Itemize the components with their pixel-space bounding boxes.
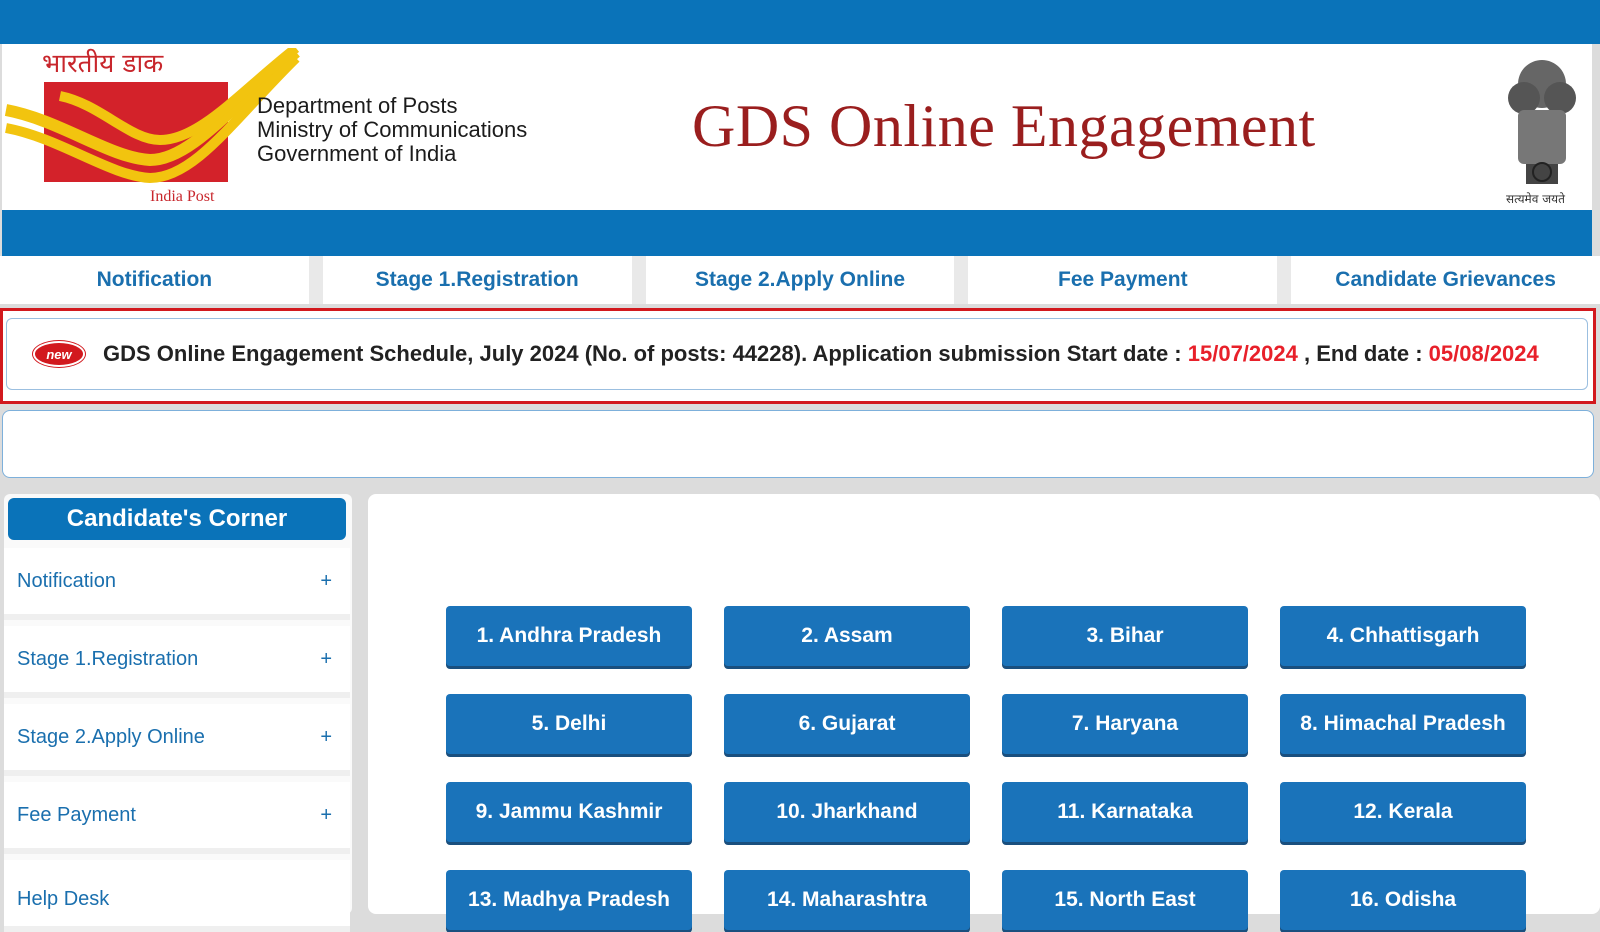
state-button-grid: 1. Andhra Pradesh 2. Assam 3. Bihar 4. C… [446,606,1526,930]
state-button-haryana[interactable]: 7. Haryana [1002,694,1248,754]
department-line-3: Government of India [257,141,457,166]
notice-middle-text: , End date : [1297,341,1429,366]
national-emblem-icon [1508,60,1576,184]
state-button-andhra-pradesh[interactable]: 1. Andhra Pradesh [446,606,692,666]
state-button-kerala[interactable]: 12. Kerala [1280,782,1526,842]
nav-notification[interactable]: Notification [0,256,309,304]
sidebar-item-stage1-registration[interactable]: Stage 1.Registration + [4,626,350,698]
state-button-chhattisgarh[interactable]: 4. Chhattisgarh [1280,606,1526,666]
sidebar-item-label: Notification [17,569,116,592]
department-line-1: Department of Posts [257,93,458,118]
header-blue-bar [2,210,1592,256]
notice-banner[interactable]: new GDS Online Engagement Schedule, July… [6,318,1588,390]
sidebar-item-label: Stage 1.Registration [17,647,199,670]
state-button-assam[interactable]: 2. Assam [724,606,970,666]
state-button-bihar[interactable]: 3. Bihar [1002,606,1248,666]
nav-stage1-registration[interactable]: Stage 1.Registration [322,256,632,304]
notice-start-date: 15/07/2024 [1187,341,1298,366]
main-nav: Notification Stage 1.Registration Stage … [0,256,1600,304]
state-button-north-east[interactable]: 15. North East [1002,870,1248,930]
state-button-madhya-pradesh[interactable]: 13. Madhya Pradesh [446,870,692,930]
state-button-gujarat[interactable]: 6. Gujarat [724,694,970,754]
logo-caption: India Post [150,188,215,205]
notice-main-text: GDS Online Engagement Schedule, July 202… [103,341,1188,366]
plus-icon[interactable]: + [320,804,332,827]
notice-end-date: 05/08/2024 [1428,341,1539,366]
plus-icon[interactable]: + [320,570,332,593]
plus-icon[interactable]: + [320,648,332,671]
sidebar-item-stage2-apply-online[interactable]: Stage 2.Apply Online + [4,704,350,776]
india-post-logo-icon [4,48,300,184]
sidebar-item-fee-payment[interactable]: Fee Payment + [4,782,350,854]
emblem-motto: सत्यमेव जयते [1506,192,1565,206]
sidebar-item-label: Stage 2.Apply Online [17,725,205,748]
state-button-maharashtra[interactable]: 14. Maharashtra [724,870,970,930]
sidebar-item-help-desk[interactable]: Help Desk [4,860,350,932]
nav-stage2-apply-online[interactable]: Stage 2.Apply Online [645,256,955,304]
nav-fee-payment[interactable]: Fee Payment [968,256,1278,304]
state-button-odisha[interactable]: 16. Odisha [1280,870,1526,930]
nav-candidate-grievances[interactable]: Candidate Grievances [1291,256,1600,304]
state-button-himachal-pradesh[interactable]: 8. Himachal Pradesh [1280,694,1526,754]
state-button-jharkhand[interactable]: 10. Jharkhand [724,782,970,842]
state-button-karnataka[interactable]: 11. Karnataka [1002,782,1248,842]
top-blue-bar [0,0,1600,44]
page-title: GDS Online Engagement [692,93,1316,159]
state-button-delhi[interactable]: 5. Delhi [446,694,692,754]
notice-text: GDS Online Engagement Schedule, July 202… [103,341,1539,367]
sidebar-item-notification[interactable]: Notification + [4,548,350,620]
department-line-2: Ministry of Communications [257,117,528,142]
sidebar-title: Candidate's Corner [8,498,346,540]
new-badge-icon: new [35,343,83,365]
state-button-jammu-kashmir[interactable]: 9. Jammu Kashmir [446,782,692,842]
sidebar-item-label: Fee Payment [17,803,136,826]
empty-panel [2,410,1594,478]
plus-icon[interactable]: + [320,726,332,749]
